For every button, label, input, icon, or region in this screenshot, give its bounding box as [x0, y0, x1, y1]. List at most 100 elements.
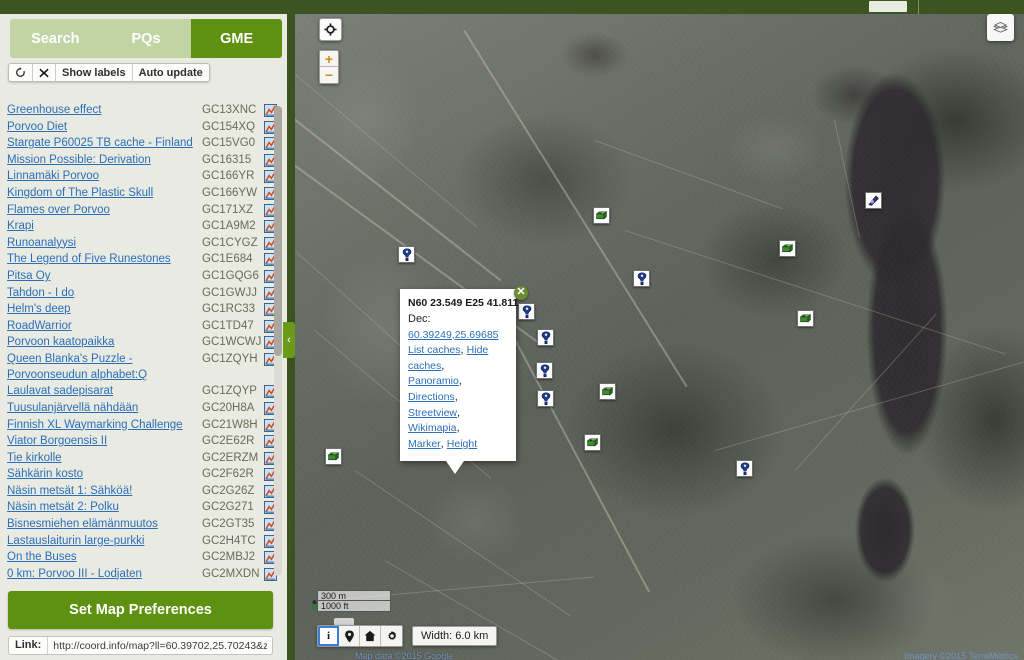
- zoom-in-button[interactable]: +: [320, 51, 338, 67]
- locate-me-button[interactable]: [319, 18, 342, 41]
- cache-list[interactable]: Greenhouse effect GC13XNC Porvoo Diet GC154…: [0, 102, 283, 584]
- cache-list-item[interactable]: Flames over Porvoo GC171XZ: [0, 202, 283, 219]
- cache-name-link[interactable]: Viator Borgoensis II: [7, 433, 202, 450]
- cache-list-item[interactable]: Helm's deep GC1RC33: [0, 301, 283, 318]
- cache-marker-traditional[interactable]: [779, 240, 796, 257]
- zoom-controls[interactable]: + −: [319, 50, 339, 84]
- sidebar-scrollbar[interactable]: [274, 106, 282, 576]
- cache-name-link[interactable]: RoadWarrior: [7, 318, 202, 335]
- cache-name-link[interactable]: Finnish XL Waymarking Challenge: [7, 417, 202, 434]
- permalink-input[interactable]: [48, 637, 272, 654]
- cache-name-link[interactable]: Tuusulanjärvellä nähdään: [7, 400, 202, 417]
- cache-name-link[interactable]: Tie kirkolle: [7, 450, 202, 467]
- popup-link-marker[interactable]: Marker: [408, 438, 441, 450]
- cache-name-link[interactable]: Bisnesmiehen elämänmuutos: [7, 516, 202, 533]
- cache-name-link[interactable]: Linnamäki Porvoo: [7, 168, 202, 185]
- cache-list-item[interactable]: On the Buses GC2MBJ2: [0, 549, 283, 566]
- popup-link-panoramio[interactable]: Panoramio: [408, 375, 459, 387]
- cache-list-item[interactable]: Näsin metsät 2: Polku GC2G271: [0, 499, 283, 516]
- settings-tool-button[interactable]: [381, 626, 402, 646]
- cache-name-link[interactable]: Sähkärin kosto: [7, 466, 202, 483]
- cache-list-item[interactable]: Laulavat sadepisarat GC1ZQYP: [0, 383, 283, 400]
- auto-update-button[interactable]: Auto update: [133, 64, 209, 81]
- popup-link-directions[interactable]: Directions: [408, 391, 455, 403]
- cache-list-item[interactable]: Greenhouse effect GC13XNC: [0, 102, 283, 119]
- cache-marker-mystery[interactable]: [537, 390, 554, 407]
- sidebar-collapse-handle[interactable]: ‹: [283, 322, 295, 358]
- cache-list-item[interactable]: Linnamäki Porvoo GC166YR: [0, 168, 283, 185]
- tab-gme[interactable]: GME: [191, 19, 282, 58]
- cache-name-link[interactable]: Näsin metsät 1: Sähköä!: [7, 483, 202, 500]
- cache-list-item[interactable]: Tie kirkolle GC2ERZM: [0, 450, 283, 467]
- cache-list-item[interactable]: Kingdom of The Plastic Skull GC166YW: [0, 185, 283, 202]
- cache-name-link[interactable]: Greenhouse effect: [7, 102, 202, 119]
- cache-name-link[interactable]: Porvoon kaatopaikka: [7, 334, 202, 351]
- cache-list-item[interactable]: Viator Borgoensis II GC2E62R: [0, 433, 283, 450]
- cache-list-item[interactable]: Tahdon - I do GC1GWJJ: [0, 285, 283, 302]
- cache-list-item[interactable]: Porvoo Diet GC154XQ: [0, 119, 283, 136]
- cache-marker-earthcache[interactable]: [865, 192, 882, 209]
- cache-list-item[interactable]: Runoanalyysi GC1CYGZ: [0, 235, 283, 252]
- cache-list-item[interactable]: Mission Possible: Derivation GC16315: [0, 152, 283, 169]
- map-width-indicator[interactable]: Width: 6.0 km: [412, 626, 498, 646]
- cache-marker-mystery[interactable]: [633, 270, 650, 287]
- sidebar-scrollbar-thumb[interactable]: [274, 106, 282, 356]
- show-labels-button[interactable]: Show labels: [56, 64, 133, 81]
- cache-list-item[interactable]: Stargate P60025 TB cache - Finland GC15VG…: [0, 135, 283, 152]
- cache-name-link[interactable]: Helm's deep: [7, 301, 202, 318]
- cache-name-link[interactable]: Queen Blanka's Puzzle - Porvoonseudun al…: [7, 351, 202, 383]
- cache-list-item[interactable]: Lastauslaiturin large-purkki GC2H4TC: [0, 533, 283, 550]
- cache-marker-mystery[interactable]: [398, 246, 415, 263]
- refresh-button[interactable]: [9, 64, 33, 81]
- cache-marker-traditional[interactable]: [584, 434, 601, 451]
- cache-name-link[interactable]: Pitsa Oy: [7, 268, 202, 285]
- cache-name-link[interactable]: Flames over Porvoo: [7, 202, 202, 219]
- cache-list-item[interactable]: Bisnesmiehen elämänmuutos GC2GT35: [0, 516, 283, 533]
- popup-link-streetview[interactable]: Streetview: [408, 407, 457, 419]
- cache-name-link[interactable]: Kingdom of The Plastic Skull: [7, 185, 202, 202]
- tab-search[interactable]: Search: [10, 19, 101, 58]
- cache-list-item[interactable]: Finnish XL Waymarking Challenge GC21W8H: [0, 417, 283, 434]
- clear-button[interactable]: [33, 64, 56, 81]
- cache-list-item[interactable]: 0 km: Porvoo III - Lodjaten GC2MXDN: [0, 566, 283, 583]
- cache-marker-traditional[interactable]: [599, 383, 616, 400]
- cache-name-link[interactable]: Stargate P60025 TB cache - Finland: [7, 135, 202, 152]
- cache-name-link[interactable]: Krapi: [7, 218, 202, 235]
- cache-marker-traditional[interactable]: [325, 448, 342, 465]
- info-tool-button[interactable]: i: [318, 626, 339, 646]
- cache-marker-mystery[interactable]: [736, 460, 753, 477]
- map-canvas[interactable]: + − ✕ N60 23.549 E25 41.811 Dec: 60.3924…: [295, 0, 1024, 660]
- zoom-out-button[interactable]: −: [320, 67, 338, 83]
- cache-list-item[interactable]: Porvoon kaatopaikka GC1WCWJ: [0, 334, 283, 351]
- marker-tool-button[interactable]: [339, 626, 360, 646]
- home-tool-button[interactable]: [360, 626, 381, 646]
- cache-name-link[interactable]: Näsin metsät 2: Polku: [7, 499, 202, 516]
- popup-link-list-caches[interactable]: List caches: [408, 344, 461, 356]
- cache-name-link[interactable]: Mission Possible: Derivation: [7, 152, 202, 169]
- cache-marker-traditional[interactable]: [593, 207, 610, 224]
- cache-marker-mystery[interactable]: [537, 329, 554, 346]
- cache-list-item[interactable]: RoadWarrior GC1TD47: [0, 318, 283, 335]
- set-map-preferences-button[interactable]: Set Map Preferences: [8, 591, 273, 629]
- cache-list-item[interactable]: Sähkärin kosto GC2F62R: [0, 466, 283, 483]
- tab-pqs[interactable]: PQs: [100, 19, 192, 58]
- cache-marker-traditional[interactable]: [797, 310, 814, 327]
- cache-list-item[interactable]: Näsin metsät 1: Sähköä! GC2G26Z: [0, 483, 283, 500]
- popup-dec-link[interactable]: 60.39249,25.69685: [408, 329, 499, 341]
- cache-list-item[interactable]: Pitsa Oy GC1GQG6: [0, 268, 283, 285]
- cache-marker-mystery[interactable]: [536, 362, 553, 379]
- popup-close-button[interactable]: ✕: [514, 286, 528, 300]
- cache-list-item[interactable]: Krapi GC1A9M2: [0, 218, 283, 235]
- cache-name-link[interactable]: Lastauslaiturin large-purkki: [7, 533, 202, 550]
- cache-marker-mystery[interactable]: [518, 303, 535, 320]
- cache-name-link[interactable]: On the Buses: [7, 549, 202, 566]
- cache-list-item[interactable]: Tuusulanjärvellä nähdään GC20H8A: [0, 400, 283, 417]
- map-layers-button[interactable]: [987, 14, 1014, 41]
- cache-list-item[interactable]: Queen Blanka's Puzzle - Porvoonseudun al…: [0, 351, 283, 383]
- cache-name-link[interactable]: Runoanalyysi: [7, 235, 202, 252]
- cache-name-link[interactable]: 0 km: Porvoo III - Lodjaten: [7, 566, 202, 583]
- popup-link-wikimapia[interactable]: Wikimapia: [408, 422, 456, 434]
- cache-list-item[interactable]: The Legend of Five Runestones GC1E684: [0, 251, 283, 268]
- cache-name-link[interactable]: Porvoo Diet: [7, 119, 202, 136]
- popup-link-height[interactable]: Height: [447, 438, 477, 450]
